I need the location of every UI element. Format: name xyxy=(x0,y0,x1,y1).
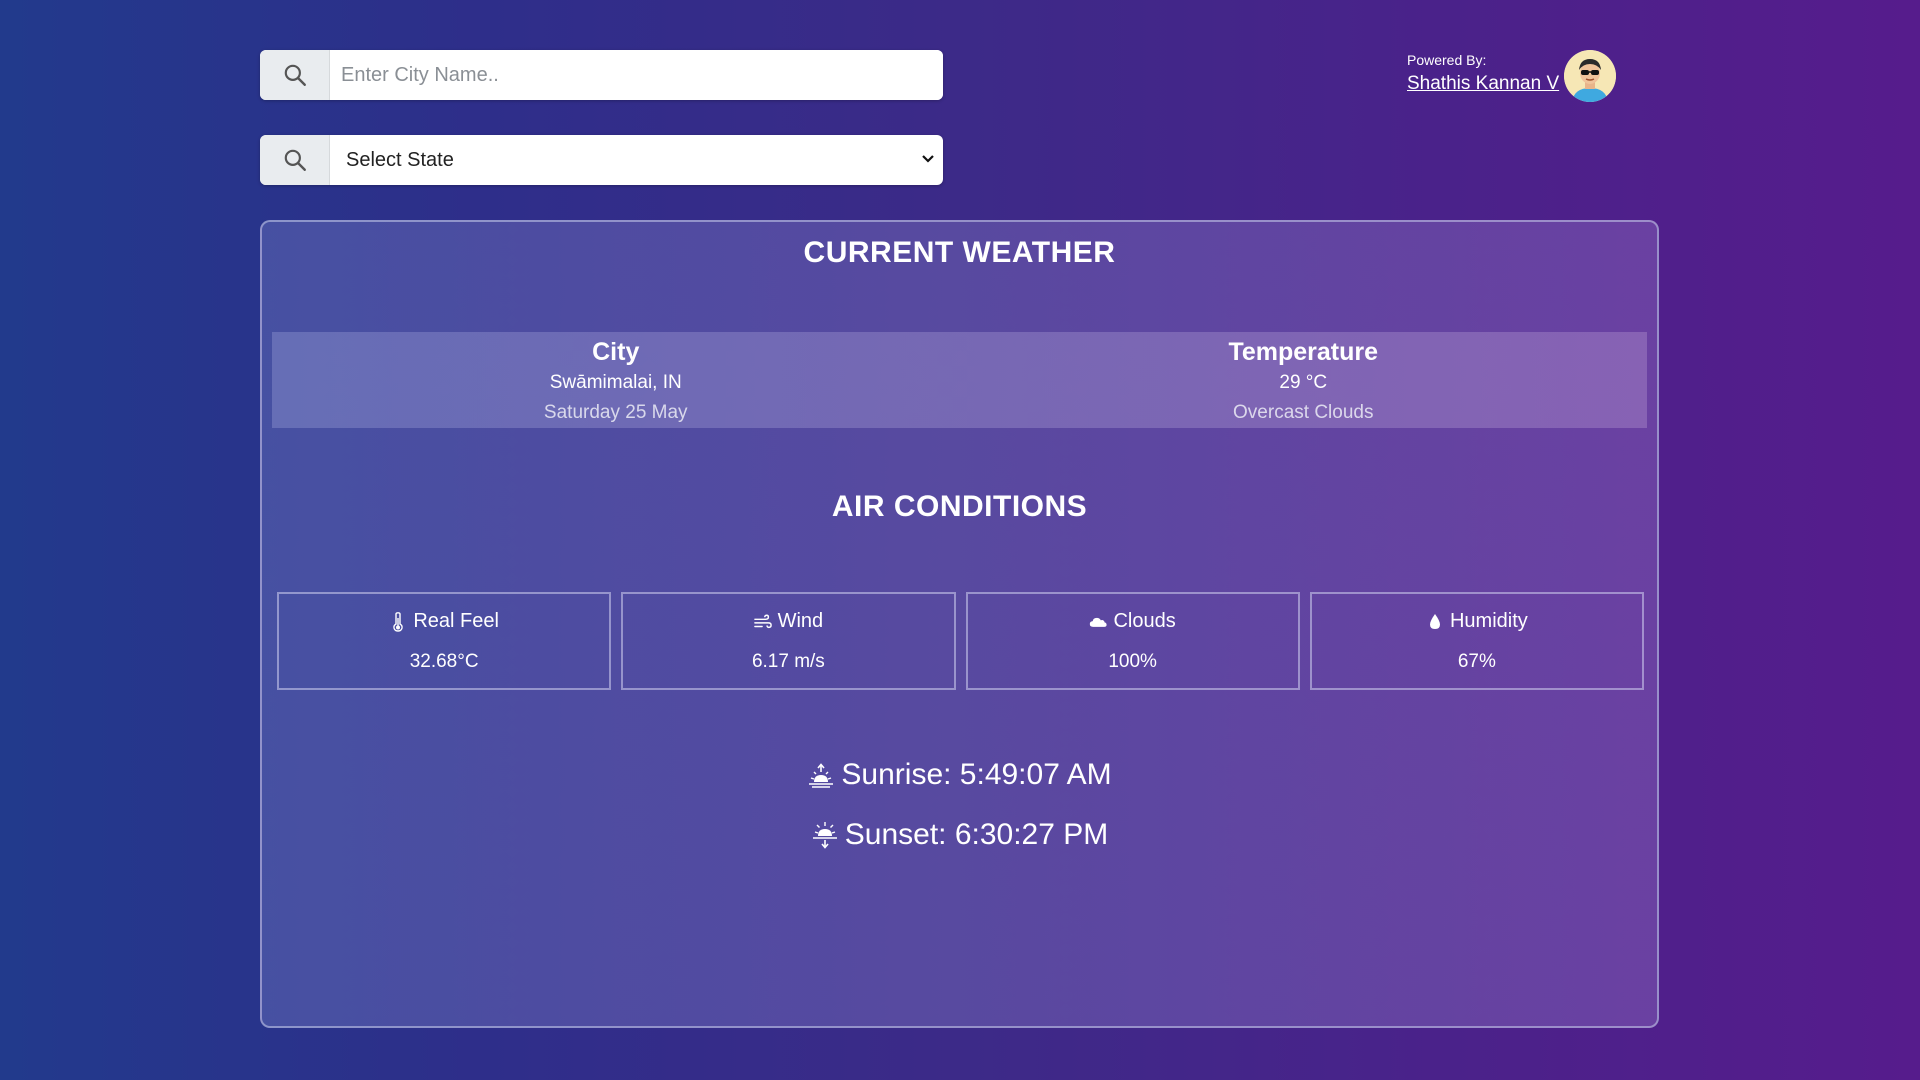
clouds-card: Clouds 100% xyxy=(965,592,1300,690)
current-weather-title: CURRENT WEATHER xyxy=(803,236,1116,269)
cloud-icon xyxy=(1090,617,1108,627)
search-icon xyxy=(284,64,306,86)
chevron-down-icon xyxy=(921,151,935,169)
author-link[interactable]: Shathis Kannan V xyxy=(1407,73,1559,95)
real-feel-value: 32.68°C xyxy=(409,651,479,672)
sunrise-row: Sunrise: 5:49:07 AM xyxy=(262,758,1657,792)
sunrise-text: Sunrise: 5:49:07 AM xyxy=(841,758,1112,791)
clouds-value: 100% xyxy=(1108,651,1157,672)
humidity-value: 67% xyxy=(1457,651,1496,672)
wind-label: Wind xyxy=(777,610,824,632)
city-search-group xyxy=(260,50,943,100)
avatar xyxy=(1564,50,1616,102)
temperature-column: Temperature 29 °C Overcast Clouds xyxy=(960,332,1648,428)
clouds-label: Clouds xyxy=(1113,610,1176,632)
weather-description: Overcast Clouds xyxy=(1233,402,1374,423)
search-icon xyxy=(284,149,306,171)
state-select[interactable]: Select State xyxy=(330,135,943,185)
powered-by: Powered By: Shathis Kannan V xyxy=(1406,50,1616,102)
city-search-input[interactable] xyxy=(330,50,943,100)
wind-card: Wind 6.17 m/s xyxy=(621,592,956,690)
city-search-button[interactable] xyxy=(260,50,330,100)
air-conditions-title: AIR CONDITIONS xyxy=(831,490,1088,523)
city-header: City xyxy=(592,338,640,366)
temperature-header: Temperature xyxy=(1228,338,1379,366)
real-feel-card: Real Feel 32.68°C xyxy=(277,592,612,690)
powered-by-label: Powered By: xyxy=(1407,52,1487,68)
thermometer-icon xyxy=(393,611,404,632)
real-feel-label: Real Feel xyxy=(413,610,499,632)
sunrise-icon xyxy=(809,763,834,788)
date-value: Saturday 25 May xyxy=(543,402,688,423)
city-column: City Swāmimalai, IN Saturday 25 May xyxy=(272,332,960,428)
temperature-value: 29 °C xyxy=(1279,372,1328,393)
humidity-card: Humidity 67% xyxy=(1309,592,1644,690)
weather-card: CURRENT WEATHER City Swāmimalai, IN Satu… xyxy=(260,220,1659,1028)
sunset-text: Sunset: 6:30:27 PM xyxy=(844,818,1109,851)
city-value: Swāmimalai, IN xyxy=(549,372,682,393)
state-select-value: Select State xyxy=(346,148,454,171)
state-search-group: Select State xyxy=(260,135,943,185)
sunset-row: Sunset: 6:30:27 PM xyxy=(262,818,1657,852)
droplet-icon xyxy=(1429,613,1440,629)
wind-icon xyxy=(753,614,772,628)
wind-value: 6.17 m/s xyxy=(751,651,825,672)
current-summary: City Swāmimalai, IN Saturday 25 May Temp… xyxy=(272,332,1647,428)
sunset-icon xyxy=(812,822,837,849)
state-search-button[interactable] xyxy=(260,135,330,185)
humidity-label: Humidity xyxy=(1449,610,1528,632)
air-conditions-row: Real Feel 32.68°C Wind 6.17 m/s Clouds 1… xyxy=(277,592,1644,690)
